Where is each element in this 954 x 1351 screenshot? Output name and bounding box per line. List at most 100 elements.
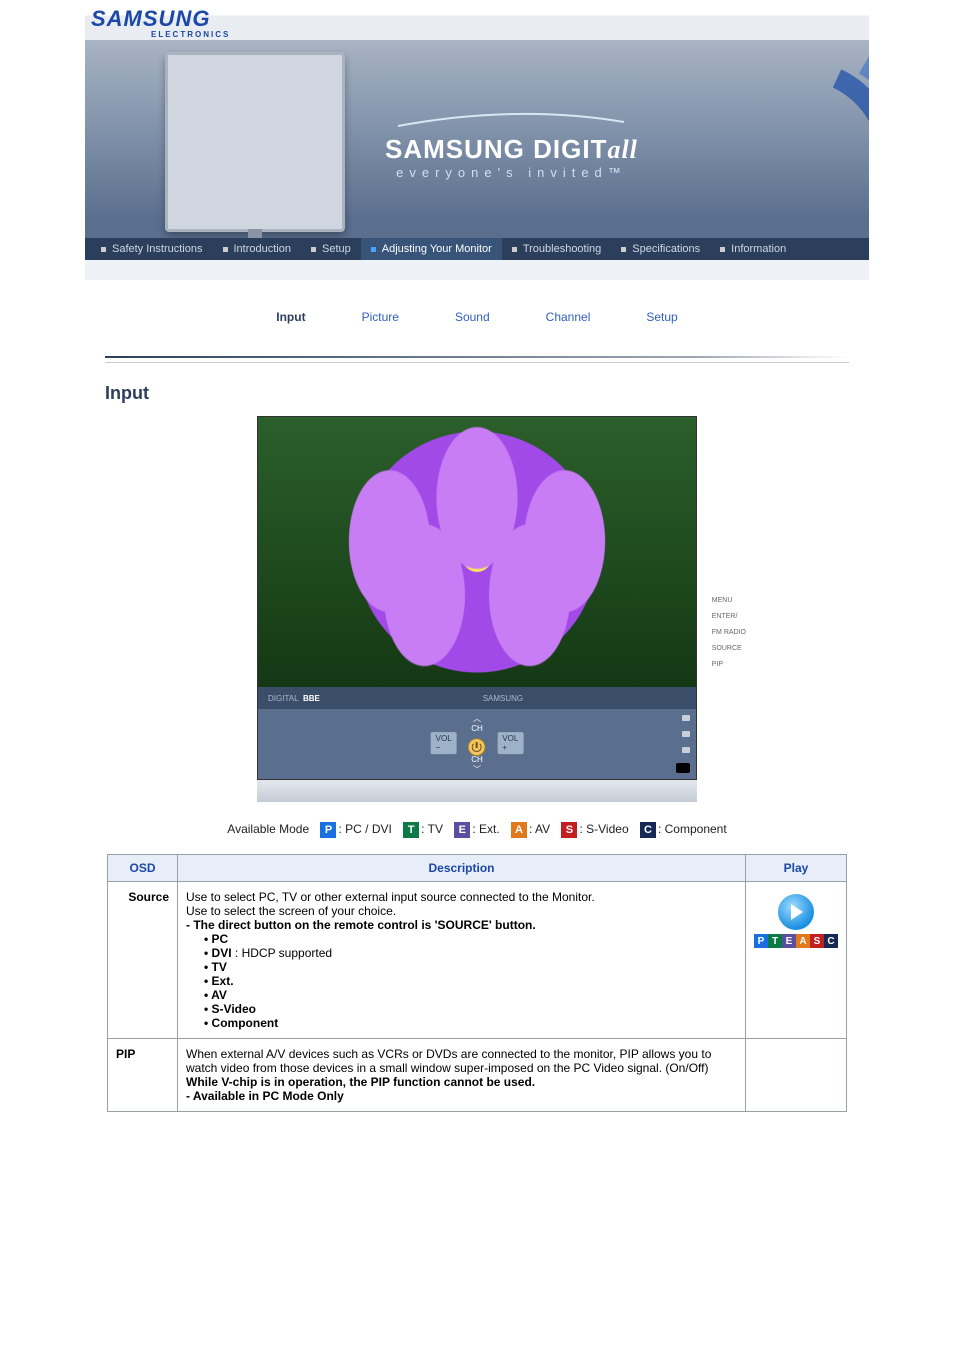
chip-p-icon: P [320,822,336,838]
desc-emphasis: - The direct button on the remote contro… [186,918,536,932]
panel-info-bar: DIGITAL BBE SAMSUNG [258,687,696,709]
bullet: Component [212,1016,279,1030]
osd-illustration: MENU ENTER/ FM RADIO SOURCE PIP DIGITAL … [257,416,697,802]
vol-minus-button[interactable]: VOL − [431,732,457,754]
osd-table: OSD Description Play Source Use to selec… [107,854,847,1112]
brand-logo: SAMSUNG [91,6,210,32]
ch-up-label: ︿CH [471,713,483,733]
bullet: PC [212,932,229,946]
row-osd-source: Source [108,882,178,1039]
desc-emphasis: - Available in PC Mode Only [186,1089,344,1103]
shelf [257,780,697,802]
row-play-pip [746,1039,847,1112]
legend-title: Available Mode [227,822,309,836]
bullet: DVI [212,946,232,960]
bullet-icon [621,247,626,252]
desc-emphasis: While V-chip is in operation, the PIP fu… [186,1075,535,1089]
row-desc-source: Use to select PC, TV or other external i… [178,882,746,1039]
nav-setup[interactable]: Setup [301,238,361,260]
chip-t-icon: T [403,822,419,838]
nav-information[interactable]: Information [710,238,796,260]
desc-text: Use to select PC, TV or other external i… [186,890,595,904]
control-bar: ︿CH VOL − VOL + CH﹀ [258,709,696,779]
legend-label: : PC / DVI [338,822,391,836]
nav-label: Information [731,243,786,255]
col-osd: OSD [108,855,178,882]
nav-label: Introduction [234,243,291,255]
tab-picture[interactable]: Picture [362,310,399,324]
bullet-icon [720,247,725,252]
legend-label: : Ext. [472,822,499,836]
tab-channel[interactable]: Channel [546,310,591,324]
chip-e-icon: E [454,822,470,838]
monitor-illustration [165,52,345,232]
available-mode-legend: Available Mode P: PC / DVI T: TV E: Ext.… [85,818,869,854]
chip-s-icon: S [810,934,824,948]
ch-down-label: CH﹀ [471,755,483,775]
panel-badge: BBE [303,694,320,703]
side-buttons [676,715,690,773]
vol-plus-button[interactable]: VOL + [497,732,523,754]
chip-e-icon: E [782,934,796,948]
nav-spacer [85,260,869,280]
section-title: Input [85,375,869,416]
col-desc: Description [178,855,746,882]
swoosh-icon [396,110,626,128]
tab-sound[interactable]: Sound [455,310,490,324]
table-row: Source Use to select PC, TV or other ext… [108,882,847,1039]
nav-safety-instructions[interactable]: Safety Instructions [91,238,213,260]
bullet: TV [212,960,227,974]
nav-label: Troubleshooting [523,243,601,255]
tagline-sub: everyone's invited™ [385,165,638,180]
legend-label: : TV [421,822,443,836]
sub-nav: Input Picture Sound Channel Setup [85,310,869,324]
bullet-note: : HDCP supported [232,946,333,960]
table-row: PIP When external A/V devices such as VC… [108,1039,847,1112]
chip-c-icon: C [824,934,838,948]
chip-a-icon: A [796,934,810,948]
bullet-icon [371,247,376,252]
nav-troubleshooting[interactable]: Troubleshooting [502,238,611,260]
panel-brand: SAMSUNG [483,694,523,703]
brand-sublogo: ELECTRONICS [151,30,230,39]
legend-label: : Component [658,822,727,836]
nav-introduction[interactable]: Introduction [213,238,301,260]
nav-adjusting-your-monitor[interactable]: Adjusting Your Monitor [361,238,502,260]
dpad: VOL − VOL + [427,732,528,756]
bullet-icon [512,247,517,252]
panel-badge: DIGITAL [268,694,299,703]
nav-specifications[interactable]: Specifications [611,238,710,260]
row-play-source: P T E A S C [746,882,847,1039]
nav-label: Specifications [632,243,700,255]
nav-label: Setup [322,243,351,255]
screen-image: MENU ENTER/ FM RADIO SOURCE PIP [258,417,696,687]
nav-label: Safety Instructions [112,243,203,255]
bullet: Ext. [212,974,234,988]
play-chip-row: P T E A S C [754,934,838,948]
tagline: SAMSUNG DIGITall everyone's invited™ [385,110,638,180]
bullet-icon [311,247,316,252]
tab-input[interactable]: Input [276,310,305,324]
chip-p-icon: P [754,934,768,948]
desc-text: Use to select the screen of your choice. [186,904,396,918]
divider [105,362,849,363]
tagline-brand-tail: all [607,135,637,164]
main-nav: Safety Instructions Introduction Setup A… [85,238,869,260]
bullet-icon [223,247,228,252]
chip-c-icon: C [640,822,656,838]
legend-label: : AV [529,822,550,836]
bezel-labels: MENU ENTER/ FM RADIO SOURCE PIP [712,593,746,673]
bullet: AV [211,988,227,1002]
row-osd-pip: PIP [108,1039,178,1112]
legend-label: : S-Video [579,822,628,836]
desc-text: When external A/V devices such as VCRs o… [186,1047,711,1075]
bullet-icon [101,247,106,252]
tab-setup[interactable]: Setup [646,310,677,324]
play-icon[interactable] [778,894,814,930]
power-button[interactable] [468,738,486,756]
chip-t-icon: T [768,934,782,948]
table-header-row: OSD Description Play [108,855,847,882]
bullet: S-Video [212,1002,256,1016]
divider [105,356,849,358]
tagline-brand-head: SAMSUNG DIGIT [385,134,607,164]
